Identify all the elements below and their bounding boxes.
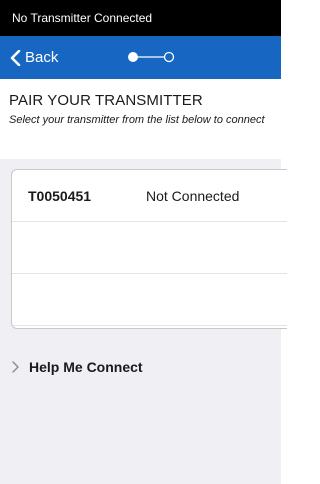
pairing-header: PAIR YOUR TRANSMITTER Select your transm…	[0, 79, 281, 159]
status-bar-text: No Transmitter Connected	[12, 11, 153, 25]
chevron-right-icon	[12, 361, 19, 373]
transmitter-list: T0050451 Not Connected	[11, 169, 287, 329]
page-subtitle: Select your transmitter from the list be…	[9, 114, 265, 126]
transmitter-row[interactable]: T0050451 Not Connected	[12, 170, 287, 222]
transmitter-id: T0050451	[28, 188, 92, 204]
chevron-left-icon	[10, 49, 21, 66]
transmitter-status: Not Connected	[146, 188, 240, 204]
back-label: Back	[25, 49, 59, 66]
content-area: PAIR YOUR TRANSMITTER Select your transm…	[0, 79, 287, 484]
help-me-connect-row[interactable]: Help Me Connect	[0, 349, 281, 385]
status-bar: No Transmitter Connected	[0, 0, 281, 36]
page-title: PAIR YOUR TRANSMITTER	[9, 92, 203, 109]
transmitter-row[interactable]	[12, 222, 287, 274]
help-me-connect-label: Help Me Connect	[29, 359, 143, 375]
step-indicator-icon	[128, 51, 175, 63]
navigation-bar: Back	[0, 36, 281, 79]
back-button[interactable]: Back	[10, 36, 58, 79]
transmitter-row[interactable]	[12, 274, 287, 326]
